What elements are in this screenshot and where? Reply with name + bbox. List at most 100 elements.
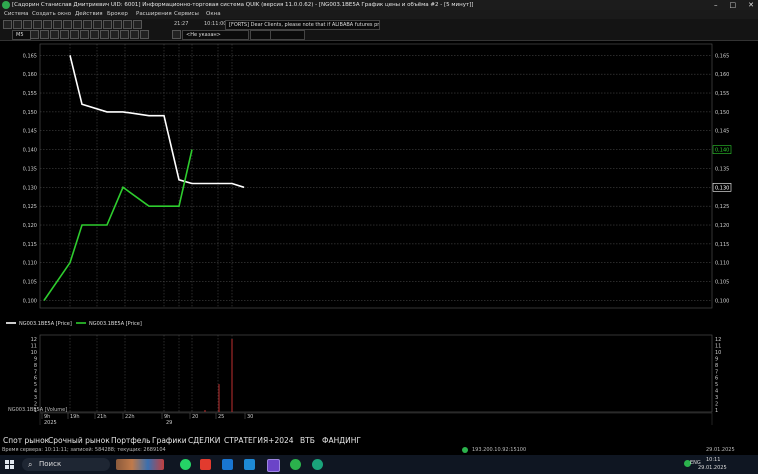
time-label: 20 bbox=[192, 414, 198, 420]
message-icon[interactable] bbox=[123, 20, 132, 29]
taskbar-search[interactable]: ⌕ Поиск bbox=[22, 458, 110, 471]
zoom-out-icon[interactable] bbox=[40, 30, 49, 39]
pencil-icon[interactable] bbox=[80, 30, 89, 39]
price-volume-chart[interactable]: 0,100 0,100 0,105 0,105 0,110 0,110 0,115 0,115… bbox=[0, 41, 758, 427]
order-icon[interactable] bbox=[73, 20, 82, 29]
price-ytick-left: 0,130 bbox=[23, 185, 37, 191]
price-ytick-left: 0,115 bbox=[23, 242, 37, 248]
interval-select[interactable]: М5 bbox=[12, 30, 31, 40]
price-ytick-left: 0,140 bbox=[23, 148, 37, 154]
maximize-icon[interactable]: □ bbox=[730, 0, 737, 10]
tab-funding[interactable]: ФАНДИНГ bbox=[322, 436, 361, 446]
price-ytick-left: 0,160 bbox=[23, 72, 37, 78]
volume-ytick-left: 3 bbox=[34, 395, 37, 401]
workspace-tabs: Спот рынок Срочный рынок Портфель График… bbox=[0, 436, 758, 446]
volume-ytick-right: 6 bbox=[715, 376, 718, 382]
trade-icon[interactable] bbox=[83, 20, 92, 29]
legend-label-green: NG003.1BE5A [Price] bbox=[89, 321, 142, 327]
menu-broker[interactable]: Брокер bbox=[107, 10, 128, 19]
tab-strategy[interactable]: СТРАТЕГИЯ+2024 bbox=[224, 436, 294, 446]
connect-icon[interactable] bbox=[43, 20, 52, 29]
menu-create-window[interactable]: Создать окно bbox=[32, 10, 71, 19]
account-extra-field-2[interactable] bbox=[270, 30, 305, 40]
clock-date[interactable]: 29.01.2025 bbox=[698, 465, 727, 471]
account-icon bbox=[172, 30, 181, 39]
volume-ytick-left: 5 bbox=[34, 382, 37, 388]
telegram-icon[interactable] bbox=[244, 459, 255, 470]
price-ytick-left: 0,105 bbox=[23, 280, 37, 286]
crosshair-icon[interactable] bbox=[60, 30, 69, 39]
price-ytick-left: 0,125 bbox=[23, 204, 37, 210]
volume-ytick-left: 11 bbox=[31, 343, 37, 349]
tab-spot[interactable]: Спот рынок bbox=[3, 436, 49, 446]
price-ytick-left: 0,145 bbox=[23, 129, 37, 135]
price-ytick-left: 0,120 bbox=[23, 223, 37, 229]
zoom-in-icon[interactable] bbox=[30, 30, 39, 39]
windows-start-icon[interactable] bbox=[5, 460, 14, 469]
minimize-icon[interactable]: – bbox=[714, 0, 718, 10]
menu-extensions[interactable]: Расширения bbox=[136, 10, 172, 19]
toolbar-time-b: 10:11:00 bbox=[204, 21, 227, 27]
tab-trades[interactable]: СДЕЛКИ bbox=[188, 436, 220, 446]
edge-icon[interactable] bbox=[222, 459, 233, 470]
weather-widget-icon[interactable] bbox=[116, 459, 164, 470]
menu-system[interactable]: Система bbox=[4, 10, 29, 19]
disconnect-icon[interactable] bbox=[53, 20, 62, 29]
menu-services[interactable]: Сервисы bbox=[174, 10, 199, 19]
tab-charts[interactable]: Графики bbox=[152, 436, 187, 446]
indicator-icon[interactable] bbox=[130, 30, 139, 39]
lock-icon[interactable] bbox=[133, 20, 142, 29]
quik-app-icon[interactable] bbox=[267, 459, 280, 472]
channel-icon[interactable] bbox=[90, 30, 99, 39]
price-pane-frame bbox=[39, 43, 713, 309]
chart-window[interactable]: 0,100 0,100 0,105 0,105 0,110 0,110 0,115 0,115… bbox=[0, 41, 758, 427]
tab-futures[interactable]: Срочный рынок bbox=[48, 436, 110, 446]
taskbar: ⌕ Поиск ENG 10:11 29.01.2025 bbox=[0, 455, 758, 474]
quik-logo-icon bbox=[2, 1, 10, 9]
tab-vtb[interactable]: ВТБ bbox=[300, 436, 315, 446]
news-ticker[interactable]: [FORTS] Dear Clients, please note that i… bbox=[225, 20, 380, 30]
search-icon: ⌕ bbox=[28, 460, 33, 469]
time-label: 25 bbox=[218, 414, 224, 420]
menu-actions[interactable]: Действия bbox=[75, 10, 103, 19]
status-date: 29.01.2025 bbox=[706, 447, 735, 453]
price-ytick-right: 0,165 bbox=[715, 53, 729, 59]
price-ytick-right: 0,150 bbox=[715, 110, 729, 116]
quik-app-2-icon[interactable] bbox=[290, 459, 301, 470]
text-tool-icon[interactable] bbox=[110, 30, 119, 39]
fibonacci-icon[interactable] bbox=[100, 30, 109, 39]
volume-pane-frame bbox=[39, 334, 713, 413]
menu-windows[interactable]: Окна bbox=[206, 10, 221, 19]
close-icon[interactable]: ✕ bbox=[748, 0, 754, 10]
arrow-tool-icon[interactable] bbox=[120, 30, 129, 39]
price-ytick-right: 0,105 bbox=[715, 280, 729, 286]
yandex-icon[interactable] bbox=[200, 459, 211, 470]
settings-icon[interactable] bbox=[63, 20, 72, 29]
whatsapp-icon[interactable] bbox=[180, 459, 191, 470]
volume-ytick-right: 2 bbox=[715, 402, 718, 408]
delete-icon[interactable] bbox=[140, 30, 149, 39]
time-label: 21h bbox=[97, 414, 107, 420]
price-ytick-right: 0,145 bbox=[715, 129, 729, 135]
quik-app-3-icon[interactable] bbox=[312, 459, 323, 470]
last-price-label: 0,130 bbox=[715, 185, 729, 191]
volume-ytick-right: 12 bbox=[715, 337, 721, 343]
chart-icon[interactable] bbox=[103, 20, 112, 29]
clock-time[interactable]: 10:11 bbox=[706, 457, 720, 463]
account-extra-field[interactable] bbox=[250, 30, 271, 40]
tab-portfolio[interactable]: Портфель bbox=[111, 436, 151, 446]
table-icon[interactable] bbox=[93, 20, 102, 29]
new-window-icon[interactable] bbox=[3, 20, 12, 29]
line-tool-icon[interactable] bbox=[70, 30, 79, 39]
save-icon[interactable] bbox=[23, 20, 32, 29]
window-title: [Садорин Станислав Дмитриевич UID: 6001]… bbox=[12, 2, 474, 8]
price-ytick-left: 0,100 bbox=[23, 298, 37, 304]
print-icon[interactable] bbox=[33, 20, 42, 29]
cursor-icon[interactable] bbox=[50, 30, 59, 39]
price-ytick-left: 0,135 bbox=[23, 166, 37, 172]
time-label: 30 bbox=[247, 414, 253, 420]
open-icon[interactable] bbox=[13, 20, 22, 29]
price-ytick-left: 0,155 bbox=[23, 91, 37, 97]
account-select[interactable]: <Не указан> bbox=[182, 30, 249, 40]
news-icon[interactable] bbox=[113, 20, 122, 29]
